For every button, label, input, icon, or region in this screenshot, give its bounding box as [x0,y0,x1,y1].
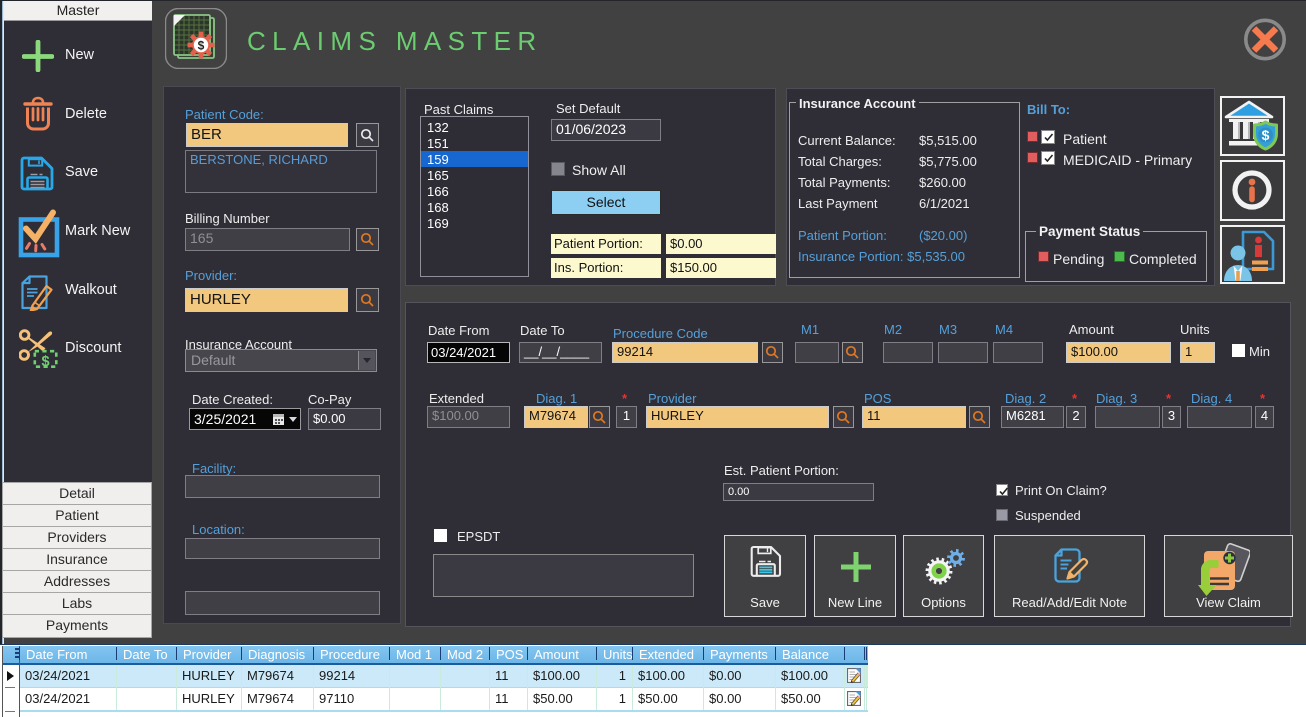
svg-text:$: $ [198,39,205,53]
svg-text:$: $ [42,354,50,369]
svg-text:$: $ [1262,127,1270,143]
